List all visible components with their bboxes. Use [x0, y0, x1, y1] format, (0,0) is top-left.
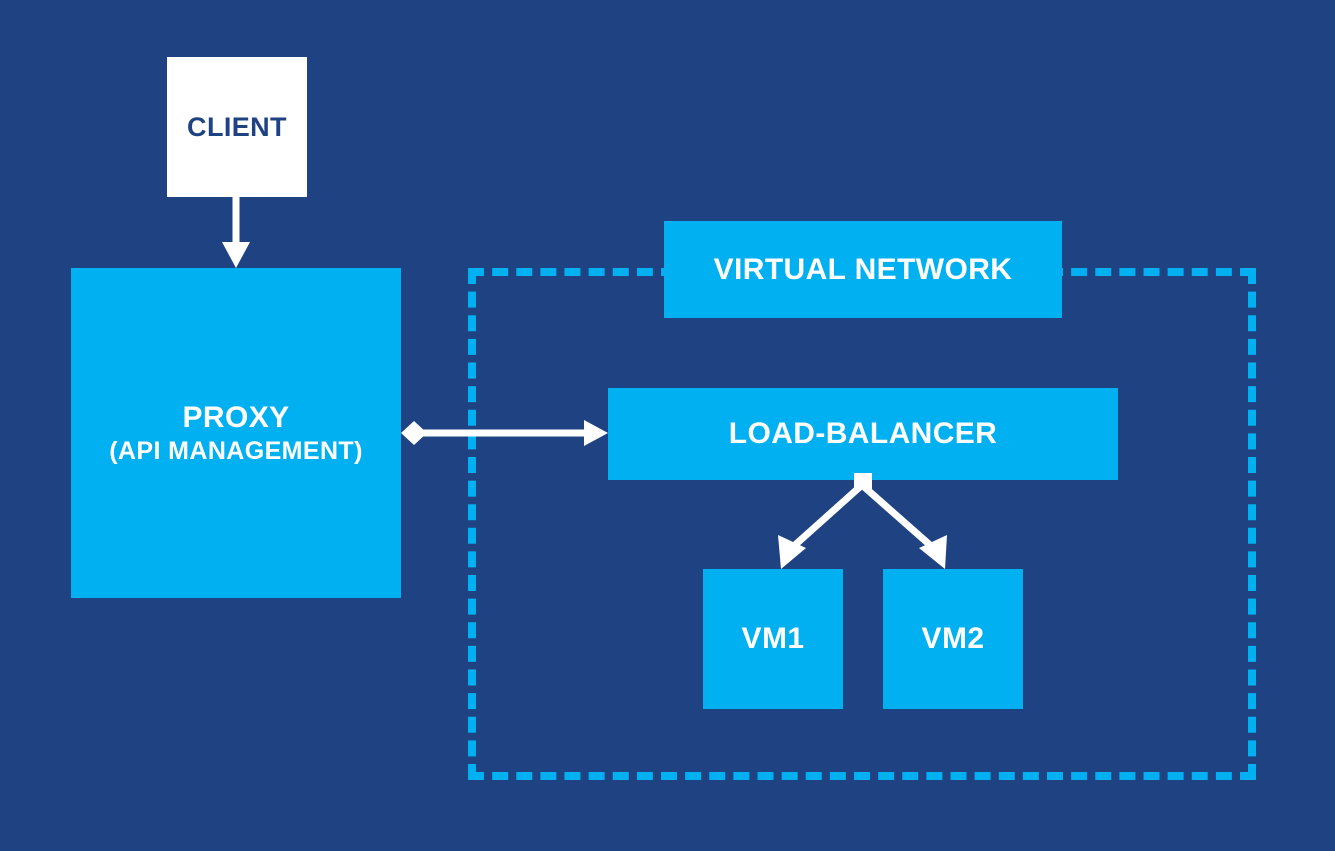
node-proxy-label-secondary: (API MANAGEMENT) — [109, 436, 363, 465]
node-virtual-network-label-text: VIRTUAL NETWORK — [713, 252, 1013, 286]
virtual-network-boundary — [468, 268, 1256, 780]
node-vm2-label: VM2 — [921, 622, 985, 656]
node-load-balancer-label: LOAD-BALANCER — [728, 417, 998, 451]
node-vm1[interactable]: VM1 — [703, 569, 843, 709]
node-vm2[interactable]: VM2 — [883, 569, 1023, 709]
node-client-label: CLIENT — [187, 111, 287, 142]
node-vm1-label: VM1 — [741, 622, 805, 656]
node-load-balancer[interactable]: LOAD-BALANCER — [608, 388, 1118, 480]
node-client[interactable]: CLIENT — [167, 57, 307, 197]
diagram-canvas: CLIENT PROXY (API MANAGEMENT) VIRTUAL NE… — [0, 0, 1335, 851]
connector-client-to-proxy — [222, 197, 250, 268]
node-proxy[interactable]: PROXY (API MANAGEMENT) — [71, 268, 401, 598]
node-virtual-network-label[interactable]: VIRTUAL NETWORK — [664, 221, 1062, 318]
connector-proxy-to-load-balancer-diamond — [401, 421, 427, 445]
connector-client-to-proxy-arrowhead — [222, 242, 250, 268]
node-proxy-label-primary: PROXY — [182, 401, 290, 435]
